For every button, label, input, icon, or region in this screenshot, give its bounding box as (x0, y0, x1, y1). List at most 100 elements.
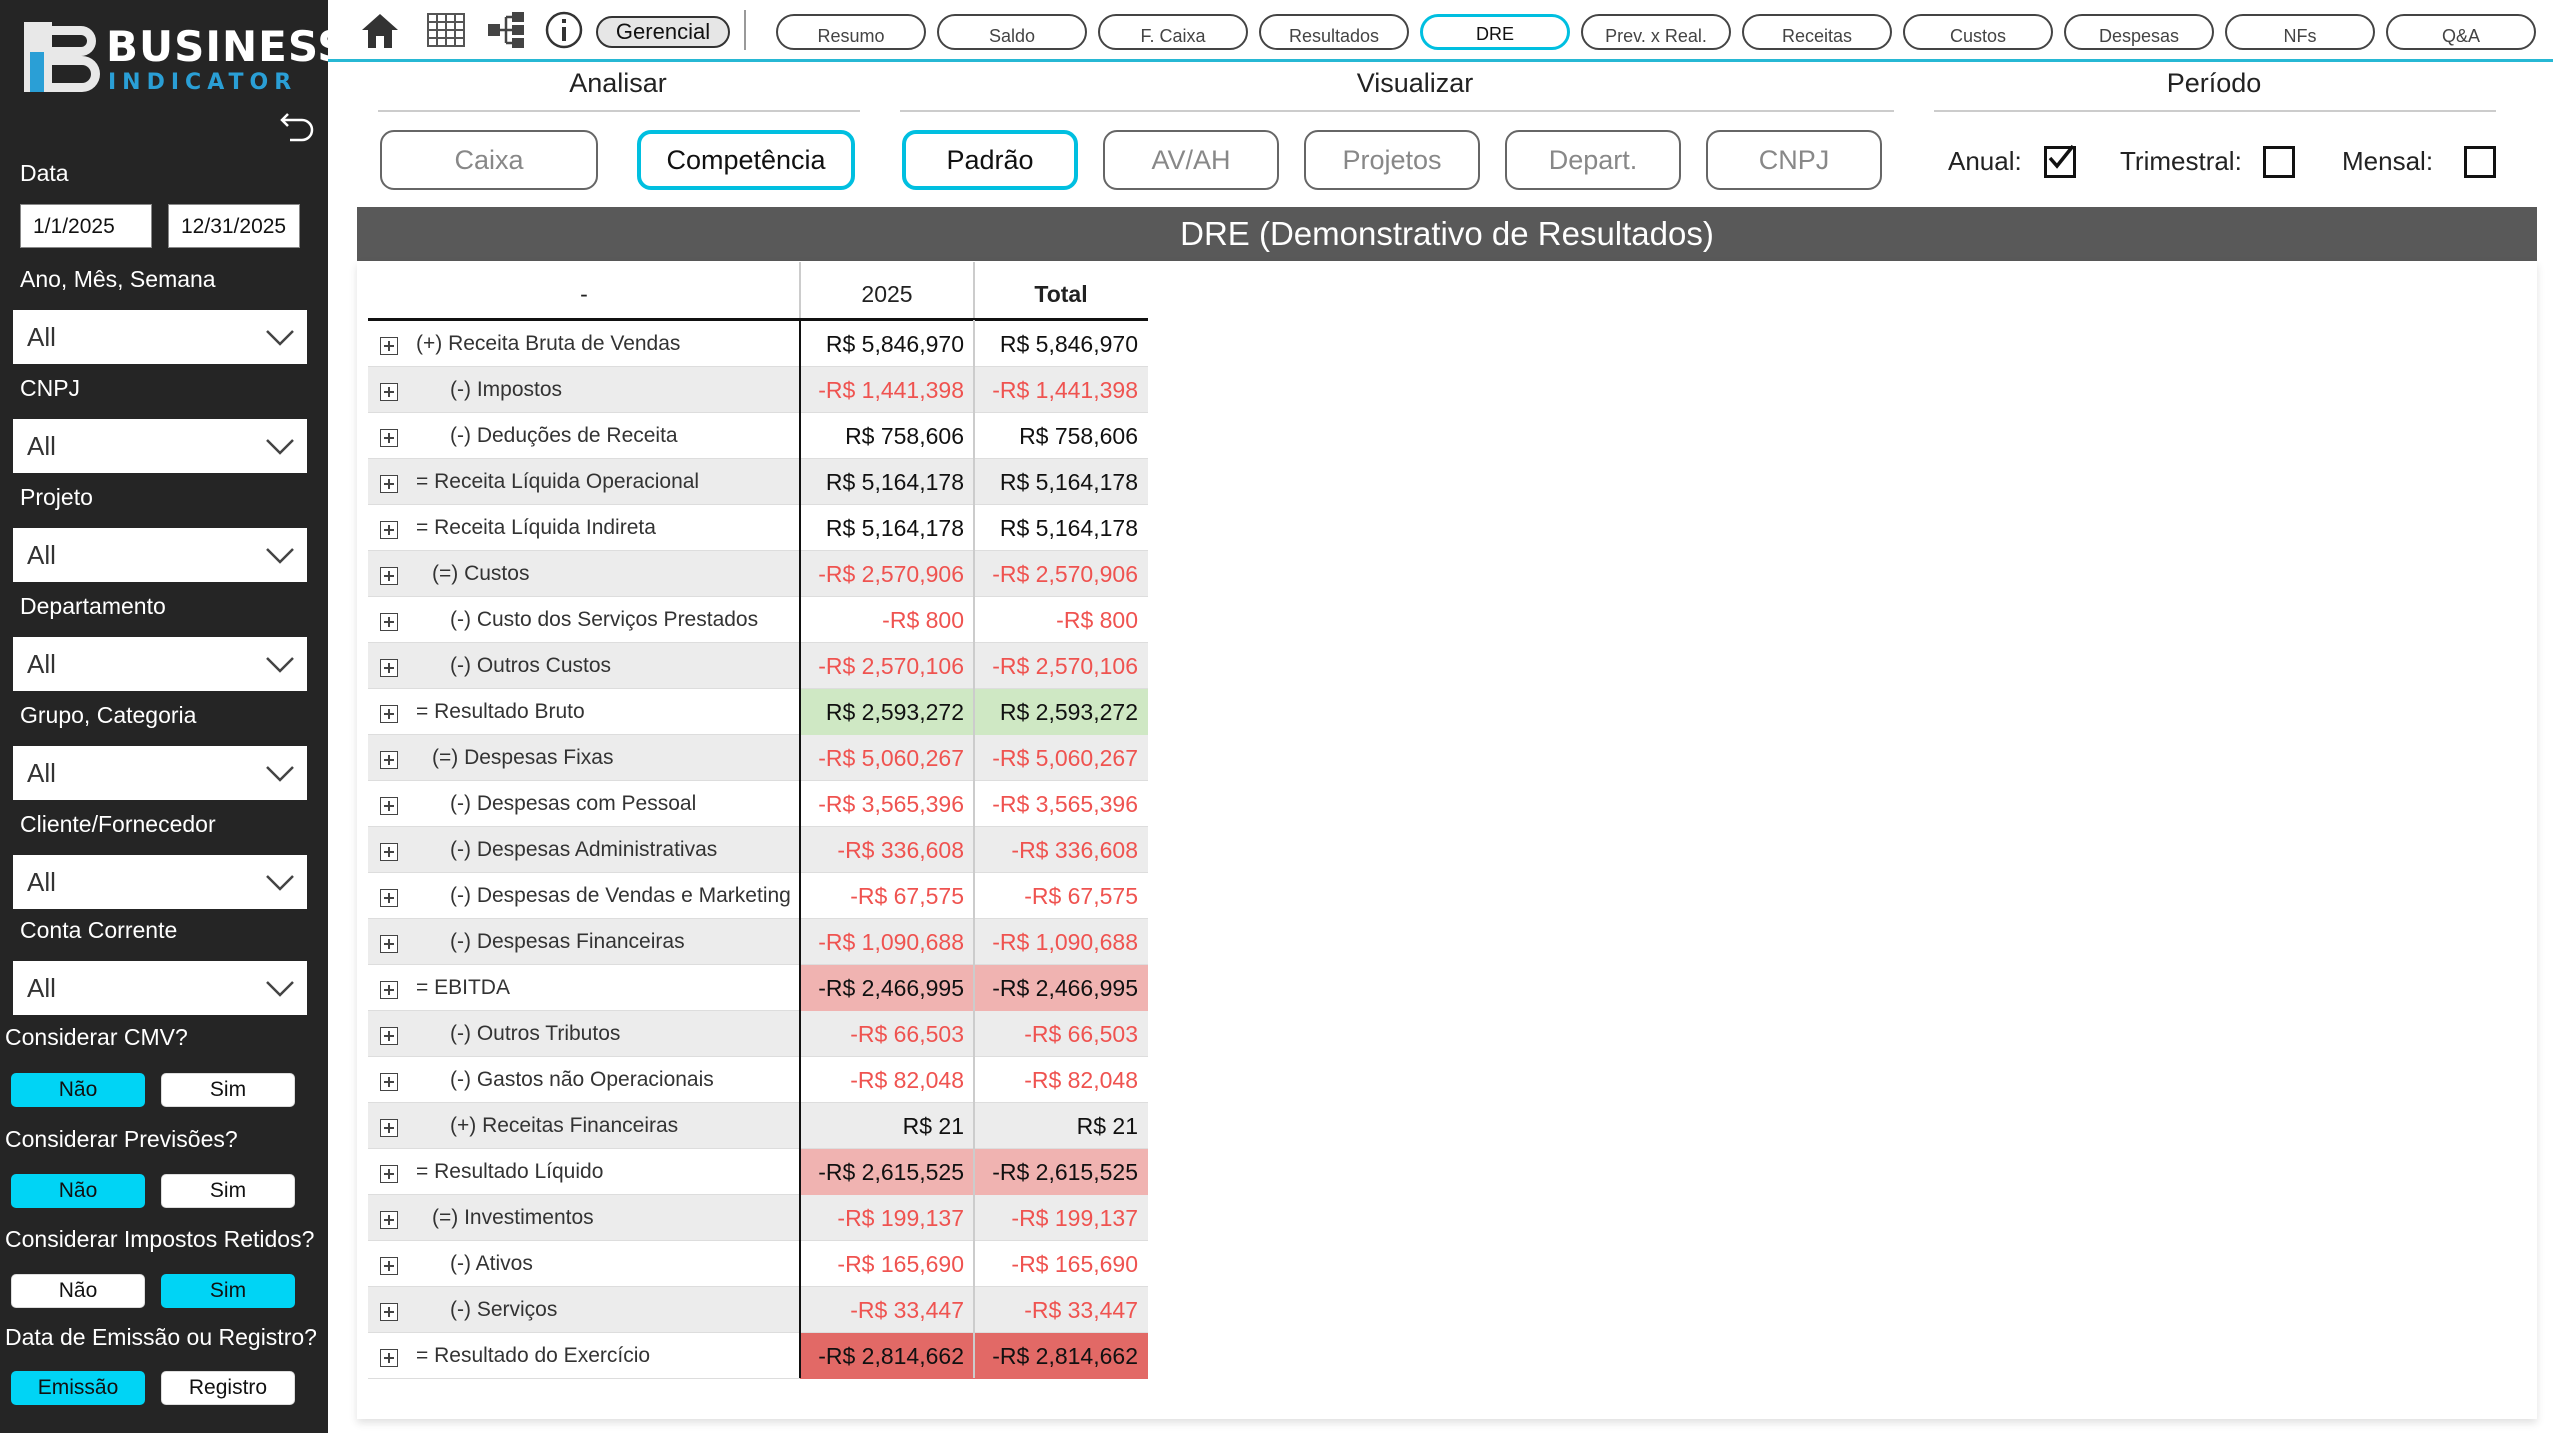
analisar-option-button[interactable]: Competência (637, 130, 855, 190)
expand-plus-icon[interactable] (380, 1303, 398, 1321)
row-value-2025: -R$ 66,503 (850, 1021, 964, 1047)
toggle-option-left[interactable]: Emissão (11, 1371, 145, 1405)
info-icon[interactable] (542, 8, 586, 52)
tab-receitas[interactable]: Receitas (1742, 14, 1892, 50)
row-value-total: -R$ 66,503 (1024, 1021, 1138, 1047)
expand-plus-icon[interactable] (380, 383, 398, 401)
row-label: = Resultado Bruto (416, 700, 585, 723)
tab-f-caixa[interactable]: F. Caixa (1098, 14, 1248, 50)
filter-dropdown[interactable]: All (13, 961, 307, 1015)
periodo-trimestral-checkbox[interactable] (2263, 146, 2295, 178)
expand-plus-icon[interactable] (380, 1165, 398, 1183)
visualizar-option-button[interactable]: Projetos (1304, 130, 1480, 190)
row-value-total: -R$ 33,447 (1024, 1297, 1138, 1323)
expand-plus-icon[interactable] (380, 613, 398, 631)
tab-custos[interactable]: Custos (1903, 14, 2053, 50)
row-value-2025: -R$ 2,570,906 (818, 561, 964, 587)
filter-dropdown[interactable]: All (13, 310, 307, 364)
periodo-anual-label: Anual: (1948, 146, 2022, 176)
expand-plus-icon[interactable] (380, 705, 398, 723)
date-end-input[interactable]: 12/31/2025 (168, 204, 300, 248)
row-value-total: -R$ 2,570,906 (992, 561, 1138, 587)
expand-plus-icon[interactable] (380, 659, 398, 677)
expand-plus-icon[interactable] (380, 889, 398, 907)
expand-plus-icon[interactable] (380, 521, 398, 539)
expand-plus-icon[interactable] (380, 935, 398, 953)
expand-plus-icon[interactable] (380, 1257, 398, 1275)
tab-q-a[interactable]: Q&A (2386, 14, 2536, 50)
row-value-2025: -R$ 800 (882, 607, 964, 633)
row-value-total: -R$ 67,575 (1024, 883, 1138, 909)
tab-nfs[interactable]: NFs (2225, 14, 2375, 50)
expand-plus-icon[interactable] (380, 1349, 398, 1367)
table-row: (-) Outros Tributos -R$ 66,503 -R$ 66,503 (368, 1011, 1148, 1057)
hierarchy-icon[interactable] (484, 8, 528, 52)
expand-plus-icon[interactable] (380, 751, 398, 769)
tab-resultados[interactable]: Resultados (1259, 14, 1409, 50)
periodo-trimestral-label: Trimestral: (2120, 146, 2242, 176)
table-icon[interactable] (424, 8, 468, 52)
dropdown-value: All (27, 758, 56, 788)
table-row: = Receita Líquida Indireta R$ 5,164,178 R$… (368, 505, 1148, 551)
toggle-option-left[interactable]: Não (11, 1274, 145, 1308)
expand-plus-icon[interactable] (380, 567, 398, 585)
toggle-option-left[interactable]: Não (11, 1073, 145, 1107)
expand-plus-icon[interactable] (380, 797, 398, 815)
analisar-option-button[interactable]: Caixa (380, 130, 598, 190)
row-label: (-) Outros Tributos (450, 1022, 621, 1045)
date-start-input[interactable]: 1/1/2025 (20, 204, 152, 248)
filter-dropdown[interactable]: All (13, 528, 307, 582)
periodo-title: Período (2166, 68, 2262, 98)
filter-dropdown[interactable]: All (13, 746, 307, 800)
visualizar-option-button[interactable]: CNPJ (1706, 130, 1882, 190)
gerencial-button[interactable]: Gerencial (596, 16, 730, 48)
toggle-option-right[interactable]: Sim (161, 1073, 295, 1107)
visualizar-option-button[interactable]: AV/AH (1103, 130, 1279, 190)
toggle-option-right[interactable]: Sim (161, 1274, 295, 1308)
tab-resumo[interactable]: Resumo (776, 14, 926, 50)
expand-plus-icon[interactable] (380, 429, 398, 447)
expand-plus-icon[interactable] (380, 1211, 398, 1229)
expand-plus-icon[interactable] (380, 1073, 398, 1091)
row-value-2025: R$ 2,593,272 (800, 689, 974, 735)
filter-dropdown[interactable]: All (13, 855, 307, 909)
expand-plus-icon[interactable] (380, 1119, 398, 1137)
toggle-option-right[interactable]: Registro (161, 1371, 295, 1405)
col-header-2025[interactable]: 2025 (800, 268, 974, 320)
filter-dropdown[interactable]: All (13, 637, 307, 691)
toggle-option-left[interactable]: Não (11, 1174, 145, 1208)
row-label: = Resultado Líquido (416, 1160, 604, 1183)
expand-plus-icon[interactable] (380, 843, 398, 861)
table-row: (=) Despesas Fixas -R$ 5,060,267 -R$ 5,060… (368, 735, 1148, 781)
row-value-total: -R$ 2,466,995 (974, 965, 1148, 1011)
row-label: (-) Outros Custos (450, 654, 612, 677)
periodo-anual-checkbox[interactable] (2044, 144, 2076, 178)
table-row: (+) Receitas Financeiras R$ 21 R$ 21 (368, 1103, 1148, 1149)
filter-label: Projeto (20, 484, 93, 510)
toggle-question-label: Considerar CMV? (5, 1024, 188, 1050)
toggle-option-right[interactable]: Sim (161, 1174, 295, 1208)
expand-plus-icon[interactable] (380, 1027, 398, 1045)
top-navigation: Gerencial Resumo Saldo F. Caixa Resultados D… (328, 0, 2553, 62)
tab-despesas[interactable]: Despesas (2064, 14, 2214, 50)
filter-dropdown[interactable]: All (13, 419, 307, 473)
table-row: (-) Deduções de Receita R$ 758,606 R$ 758,… (368, 413, 1148, 459)
row-value-total: -R$ 5,060,267 (992, 745, 1138, 771)
expand-plus-icon[interactable] (380, 475, 398, 493)
home-icon[interactable] (358, 8, 402, 52)
back-arrow-icon[interactable] (278, 106, 318, 146)
periodo-mensal-checkbox[interactable] (2464, 146, 2496, 178)
table-row: = EBITDA -R$ 2,466,995 -R$ 2,466,995 (368, 965, 1148, 1011)
header-divider-2 (973, 262, 975, 320)
row-label: (-) Despesas com Pessoal (450, 792, 697, 815)
visualizar-option-button[interactable]: Depart. (1505, 130, 1681, 190)
visualizar-option-button[interactable]: Padrão (902, 130, 1078, 190)
col-header-label[interactable]: - (368, 268, 800, 320)
expand-plus-icon[interactable] (380, 337, 398, 355)
tab-prev-x-real[interactable]: Prev. x Real. (1581, 14, 1731, 50)
col-header-total[interactable]: Total (974, 268, 1148, 320)
tab-saldo[interactable]: Saldo (937, 14, 1087, 50)
expand-plus-icon[interactable] (380, 981, 398, 999)
table-row: (-) Outros Custos -R$ 2,570,106 -R$ 2,570,… (368, 643, 1148, 689)
tab-dre[interactable]: DRE (1420, 14, 1570, 50)
